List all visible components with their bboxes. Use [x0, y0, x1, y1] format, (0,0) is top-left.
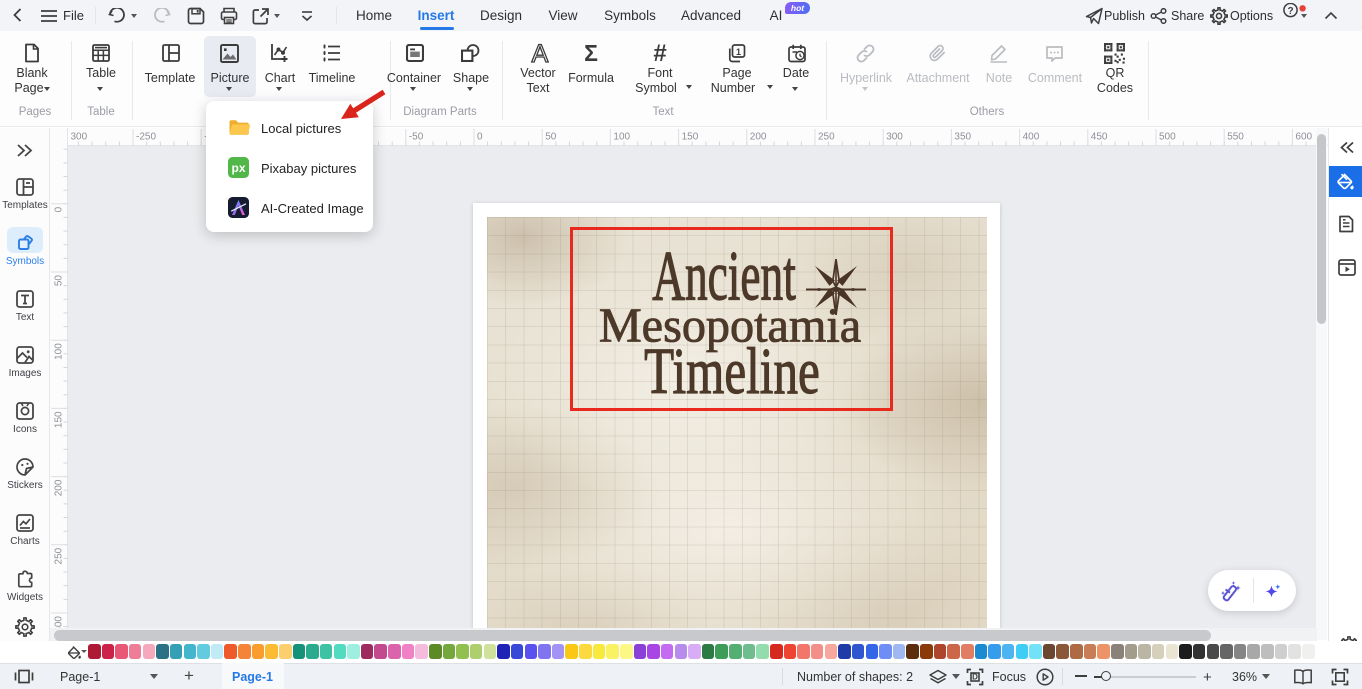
svg-text:150: 150 — [682, 132, 699, 143]
svg-text:D: D — [972, 673, 978, 682]
svg-text:200: 200 — [54, 479, 65, 496]
svg-text:0: 0 — [477, 132, 483, 143]
svg-text:px: px — [231, 161, 245, 175]
svg-text:-50: -50 — [409, 132, 424, 143]
svg-text:200: 200 — [750, 132, 767, 143]
svg-text:250: 250 — [818, 132, 835, 143]
svg-text:50: 50 — [54, 275, 65, 287]
svg-text:0: 0 — [54, 206, 65, 212]
svg-text:-250: -250 — [136, 132, 156, 143]
svg-text:500: 500 — [1159, 132, 1176, 143]
svg-text:300: 300 — [886, 132, 903, 143]
svg-text:350: 350 — [954, 132, 971, 143]
svg-text:300: 300 — [71, 132, 88, 143]
svg-text:400: 400 — [1023, 132, 1040, 143]
svg-text:250: 250 — [54, 547, 65, 564]
svg-text:100: 100 — [54, 343, 65, 360]
svg-text:450: 450 — [1091, 132, 1108, 143]
svg-text:150: 150 — [54, 411, 65, 428]
svg-text:550: 550 — [1227, 132, 1244, 143]
svg-text:600: 600 — [1295, 132, 1312, 143]
svg-text:50: 50 — [545, 132, 557, 143]
svg-text:100: 100 — [613, 132, 630, 143]
